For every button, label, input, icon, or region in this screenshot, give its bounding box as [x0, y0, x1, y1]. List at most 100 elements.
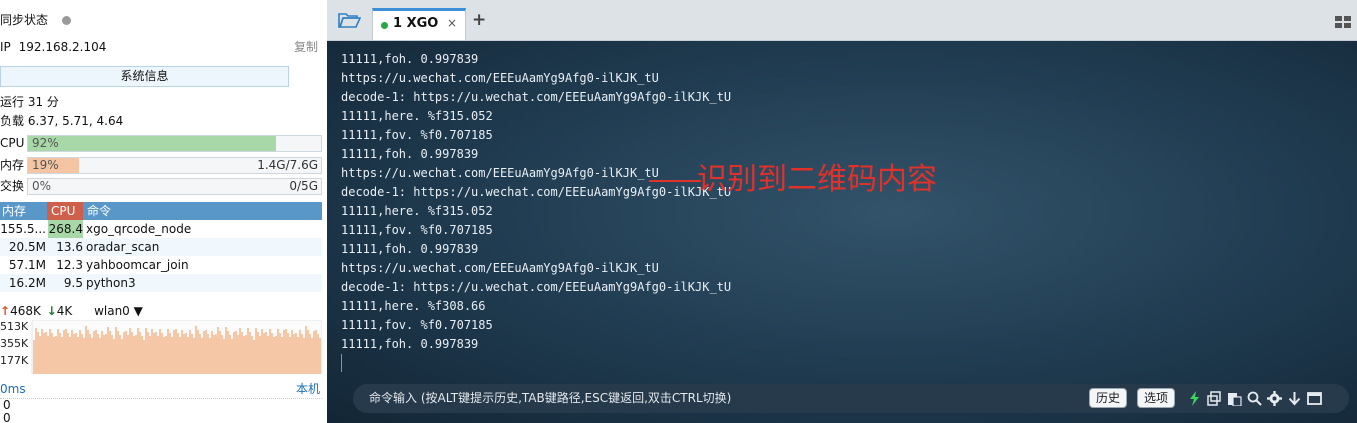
traffic-bar: [309, 334, 311, 374]
meter-percent: 19%: [32, 158, 59, 172]
search-icon[interactable]: [1247, 391, 1262, 406]
traffic-bar: [267, 336, 269, 374]
paste-icon[interactable]: [1227, 391, 1242, 406]
traffic-bar: [299, 330, 301, 374]
traffic-bar: [113, 339, 115, 374]
traffic-bar: [201, 338, 203, 374]
traffic-bar: [115, 327, 117, 374]
system-monitor-panel: 同步状态 IP 192.168.2.104 复制 系统信息 运行 31 分 负载…: [0, 0, 322, 423]
traffic-bar: [315, 330, 317, 374]
traffic-bar: [229, 335, 231, 374]
traffic-bar: [129, 328, 131, 374]
traffic-bar: [313, 331, 315, 374]
download-icon[interactable]: [1287, 391, 1302, 406]
traffic-bar: [147, 332, 149, 374]
traffic-bar: [123, 332, 125, 374]
traffic-bar: [291, 330, 293, 374]
traffic-bar: [279, 333, 281, 374]
traffic-bar: [33, 340, 35, 374]
process-cmd: python3: [86, 276, 136, 290]
command-input[interactable]: 命令输入 (按ALT键提示历史,TAB键路径,ESC键返回,双击CTRL切换): [369, 384, 731, 413]
meter-percent: 92%: [32, 136, 59, 150]
traffic-bar: [261, 329, 263, 374]
traffic-bar: [319, 338, 321, 374]
new-tab-button[interactable]: +: [472, 10, 486, 30]
tab-xgo[interactable]: 1 XGO ×: [372, 8, 466, 40]
traffic-bar: [179, 337, 181, 374]
traffic-bar: [109, 331, 111, 374]
history-button[interactable]: 历史: [1089, 388, 1128, 408]
process-row[interactable]: 155.5... 268.4 xgo_qrcode_node: [0, 220, 322, 238]
traffic-bar: [149, 336, 151, 374]
ip-row: IP 192.168.2.104 复制: [0, 38, 322, 56]
close-tab-icon[interactable]: ×: [447, 16, 457, 30]
meter-label: 交换: [0, 179, 25, 193]
traffic-bar: [103, 335, 105, 374]
terminal-line: 11111,here. %f315.052: [341, 109, 493, 123]
system-info-button[interactable]: 系统信息: [0, 66, 289, 87]
traffic-bar: [91, 338, 93, 374]
terminal-line: 11111,foh. 0.997839: [341, 337, 479, 351]
meter-label: 内存: [0, 158, 25, 172]
ping-section: 0ms 本机 0 0: [0, 380, 322, 423]
traffic-bar: [283, 330, 285, 374]
terminal-line: 11111,fov. %f0.707185: [341, 128, 493, 142]
traffic-bar: [303, 338, 305, 374]
traffic-bar: [167, 329, 169, 374]
traffic-bar: [99, 338, 101, 374]
lightning-icon[interactable]: [1187, 391, 1202, 406]
traffic-bar: [111, 335, 113, 374]
traffic-bar: [63, 330, 65, 374]
copy-icon[interactable]: [1207, 391, 1222, 406]
traffic-bar: [181, 330, 183, 374]
traffic-bar: [105, 334, 107, 374]
traffic-bar: [117, 331, 119, 374]
traffic-bar: [93, 331, 95, 374]
terminal-line: decode-1: https://u.wechat.com/EEEuAamYg…: [341, 280, 732, 294]
copy-ip-button[interactable]: 复制: [294, 38, 318, 56]
process-table-header: 内存 CPU 命令: [0, 202, 322, 220]
ping-tick-2: 0: [3, 411, 11, 423]
maximize-icon[interactable]: [1307, 391, 1322, 406]
network-row: ↑468K ↓4K wlan0 ▼: [0, 302, 322, 320]
process-cpu: 12.3: [56, 258, 83, 272]
ping-host[interactable]: 本机: [296, 380, 320, 398]
load-average: 负载 6.37, 5.71, 4.64: [0, 114, 124, 128]
traffic-bar: [281, 337, 283, 374]
terminal-line: https://u.wechat.com/EEEuAamYg9Afg0-ilKJ…: [341, 71, 659, 85]
terminal-line: decode-1: https://u.wechat.com/EEEuAamYg…: [341, 90, 732, 104]
layout-grid-icon[interactable]: [1335, 16, 1351, 28]
col-cpu-header[interactable]: CPU: [47, 202, 83, 220]
meter-bar: 0% 0/5G: [27, 178, 322, 195]
process-row[interactable]: 57.1M 12.3 yahboomcar_join: [0, 256, 322, 274]
terminal-line: decode-1: https://u.wechat.com/EEEuAamYg…: [341, 185, 732, 199]
terminal-line: 11111,foh. 0.997839: [341, 52, 479, 66]
traffic-bar: [53, 337, 55, 374]
network-interface-select[interactable]: wlan0 ▼: [94, 304, 143, 318]
traffic-bar: [135, 335, 137, 374]
traffic-bar: [257, 332, 259, 374]
options-button[interactable]: 选项: [1137, 388, 1176, 408]
process-row[interactable]: 20.5M 13.6 oradar_scan: [0, 238, 322, 256]
traffic-bar: [151, 329, 153, 374]
traffic-bar: [251, 336, 253, 374]
gear-icon[interactable]: [1267, 391, 1282, 406]
sync-status-row: 同步状态: [0, 11, 71, 29]
col-mem-header[interactable]: 内存: [2, 202, 26, 220]
upload-rate: 468K: [10, 304, 41, 318]
traffic-tick-2: 355K: [0, 337, 29, 350]
traffic-bar: [269, 329, 271, 374]
terminal-line: 11111,foh. 0.997839: [341, 242, 479, 256]
process-row[interactable]: 16.2M 9.5 python3: [0, 274, 322, 292]
traffic-bar: [55, 336, 57, 374]
meter-value: 1.4G/7.6G: [257, 158, 318, 172]
open-folder-icon[interactable]: [337, 10, 361, 30]
terminal-output[interactable]: 11111,foh. 0.997839 https://u.wechat.com/…: [327, 41, 1357, 423]
traffic-bar: [173, 330, 175, 374]
traffic-bar: [297, 337, 299, 374]
col-cmd-header[interactable]: 命令: [87, 202, 111, 220]
command-input-bar[interactable]: 命令输入 (按ALT键提示历史,TAB键路径,ESC键返回,双击CTRL切换) …: [353, 384, 1349, 413]
traffic-bar: [97, 334, 99, 374]
traffic-bar: [77, 337, 79, 374]
traffic-bar: [215, 334, 217, 374]
